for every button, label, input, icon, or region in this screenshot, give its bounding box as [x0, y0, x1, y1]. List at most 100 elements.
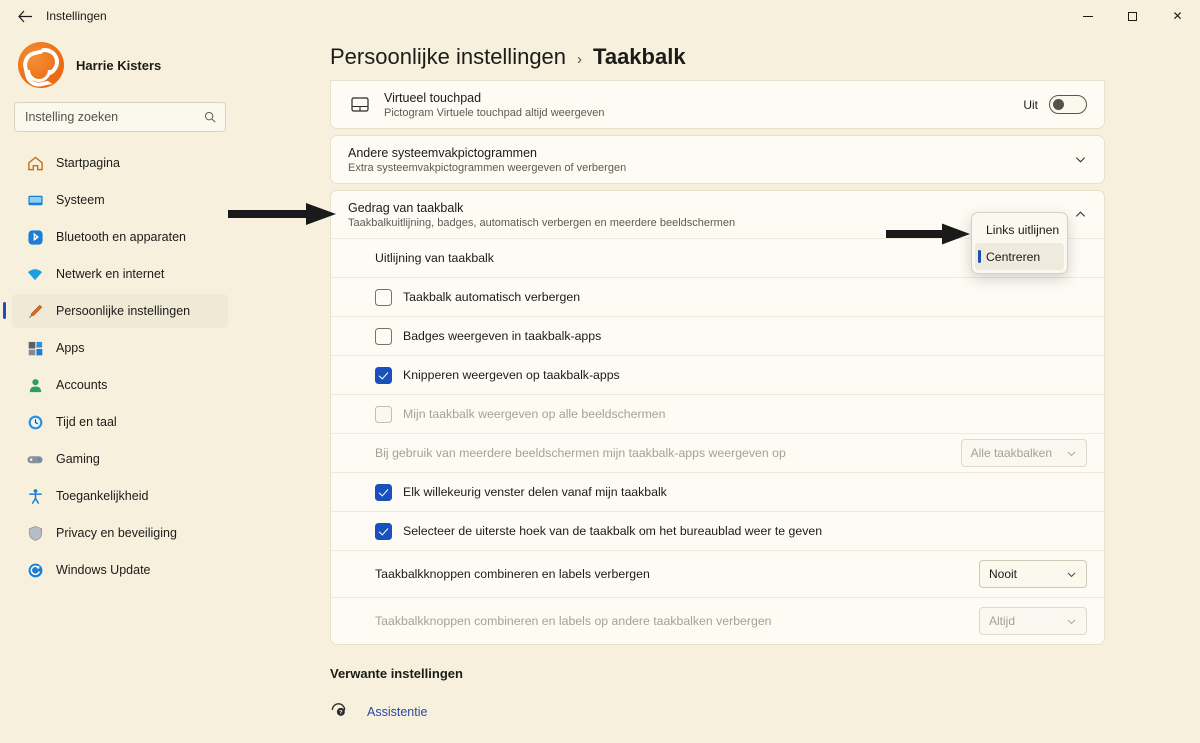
chevron-down-icon [1067, 572, 1076, 577]
maximize-button[interactable] [1110, 0, 1155, 32]
person-icon [26, 376, 44, 394]
sidebar-item-windows-update[interactable]: Windows Update [12, 553, 228, 587]
title-bar: Instellingen ✕ [0, 0, 1200, 32]
sidebar-item-persoonlijke-instellingen[interactable]: Persoonlijke instellingen [3, 294, 228, 328]
sidebar-item-label: Gaming [56, 452, 100, 466]
sidebar-item-label: Netwerk en internet [56, 267, 165, 281]
sidebar-item-toegankelijkheid[interactable]: Toegankelijkheid [12, 479, 228, 513]
row-text: Andere systeemvakpictogrammen Extra syst… [348, 146, 1074, 174]
accessibility-icon [26, 487, 44, 505]
sidebar-item-label: Privacy en beveiliging [56, 526, 177, 540]
toggle-state-label: Uit [1023, 97, 1038, 112]
avatar [18, 42, 64, 88]
row-uiterste-hoek-bureaublad[interactable]: Selecteer de uiterste hoek van de taakba… [331, 511, 1104, 550]
related-settings-heading: Verwante instellingen [330, 666, 463, 681]
combo-value: Alle taakbalken [970, 446, 1052, 460]
sidebar-nav: Startpagina Systeem Bluetooth en apparat… [3, 146, 228, 587]
related-link-assistentie[interactable]: ? Assistentie [330, 701, 427, 723]
menu-item-centreren[interactable]: Centreren [975, 243, 1064, 270]
menu-item-links-uitlijnen[interactable]: Links uitlijnen [975, 216, 1064, 243]
search-box[interactable] [14, 102, 226, 132]
settings-cards: Virtueel touchpad Pictogram Virtuele tou… [330, 80, 1105, 651]
paintbrush-icon [26, 302, 44, 320]
row-subtitle: Extra systeemvakpictogrammen weergeven o… [348, 161, 627, 174]
home-icon [26, 154, 44, 172]
virtual-touchpad-toggle[interactable] [1049, 95, 1087, 114]
search-input[interactable] [15, 103, 225, 131]
sidebar-item-tijd-en-taal[interactable]: Tijd en taal [12, 405, 228, 439]
combo-taakbalkknoppen-combineren[interactable]: Nooit [979, 560, 1087, 588]
row-knipperen-weergeven[interactable]: Knipperen weergeven op taakbalk-apps [331, 355, 1104, 394]
profile-section[interactable]: Harrie Kisters [12, 32, 228, 102]
checkbox-badges-weergeven[interactable] [375, 327, 392, 345]
row-mijn-taakbalk-alle-beeldschermen: Mijn taakbalk weergeven op alle beeldsch… [331, 394, 1104, 433]
update-icon [26, 561, 44, 579]
minimize-icon [1082, 15, 1093, 17]
annotation-arrow-behaviour [228, 203, 336, 225]
sidebar-item-label: Persoonlijke instellingen [56, 304, 191, 318]
card-virtueel-touchpad: Virtueel touchpad Pictogram Virtuele tou… [330, 80, 1105, 129]
sidebar-item-accounts[interactable]: Accounts [12, 368, 228, 402]
row-label: Taakbalk automatisch verbergen [403, 290, 581, 304]
back-button[interactable] [10, 3, 40, 29]
minimize-button[interactable] [1065, 0, 1110, 32]
row-label: Elk willekeurig venster delen vanaf mijn… [403, 485, 667, 499]
row-label: Bij gebruik van meerdere beeldschermen m… [375, 446, 786, 460]
row-label: Selecteer de uiterste hoek van de taakba… [403, 524, 823, 538]
sidebar-item-label: Tijd en taal [56, 415, 117, 429]
wifi-icon [26, 265, 44, 283]
sidebar-item-label: Windows Update [56, 563, 151, 577]
sidebar: Harrie Kisters Startpagina Systeem [0, 32, 240, 743]
chevron-down-icon[interactable] [1074, 153, 1087, 166]
row-controls: Uit [1023, 95, 1087, 114]
maximize-icon [1128, 11, 1137, 21]
svg-text:?: ? [339, 710, 343, 716]
clock-icon [26, 413, 44, 431]
combo-taakbalkknoppen-andere-taakbalken: Altijd [979, 607, 1087, 635]
row-label: Mijn taakbalk weergeven op alle beeldsch… [403, 407, 666, 421]
breadcrumb: Persoonlijke instellingen › Taakbalk [240, 32, 1200, 80]
sidebar-item-privacy-en-beveiliging[interactable]: Privacy en beveiliging [12, 516, 228, 550]
checkbox-elk-willekeurig-venster-delen[interactable] [375, 483, 392, 501]
sidebar-item-label: Apps [56, 341, 85, 355]
row-taakbalkknoppen-combineren[interactable]: Taakbalkknoppen combineren en labels ver… [331, 550, 1104, 597]
sidebar-item-systeem[interactable]: Systeem [12, 183, 228, 217]
sidebar-item-netwerk-en-internet[interactable]: Netwerk en internet [12, 257, 228, 291]
alignment-dropdown-menu: Links uitlijnen Centreren [971, 212, 1068, 274]
help-support-icon: ? [330, 701, 347, 723]
sidebar-item-bluetooth-en-apparaten[interactable]: Bluetooth en apparaten [12, 220, 228, 254]
sidebar-item-label: Systeem [56, 193, 105, 207]
row-label: Badges weergeven in taakbalk-apps [403, 329, 602, 343]
sidebar-item-label: Toegankelijkheid [56, 489, 149, 503]
checkbox-uiterste-hoek-bureaublad[interactable] [375, 522, 392, 540]
chevron-down-icon [1067, 619, 1076, 624]
search-icon [204, 111, 216, 123]
shield-icon [26, 524, 44, 542]
row-badges-weergeven[interactable]: Badges weergeven in taakbalk-apps [331, 316, 1104, 355]
sidebar-item-apps[interactable]: Apps [12, 331, 228, 365]
sidebar-item-label: Bluetooth en apparaten [56, 230, 186, 244]
row-andere-systeemvakpictogrammen[interactable]: Andere systeemvakpictogrammen Extra syst… [331, 136, 1104, 183]
row-virtueel-touchpad[interactable]: Virtueel touchpad Pictogram Virtuele tou… [331, 81, 1104, 128]
sidebar-item-gaming[interactable]: Gaming [12, 442, 228, 476]
touchpad-icon [348, 97, 372, 112]
close-button[interactable]: ✕ [1155, 0, 1200, 32]
breadcrumb-separator: › [577, 51, 583, 68]
row-title: Andere systeemvakpictogrammen [348, 145, 537, 160]
checkbox-knipperen-weergeven[interactable] [375, 366, 392, 384]
content-area: Persoonlijke instellingen › Taakbalk Vir… [240, 32, 1200, 743]
row-label: Knipperen weergeven op taakbalk-apps [403, 368, 620, 382]
row-controls [1074, 208, 1087, 221]
row-controls [1074, 153, 1087, 166]
chevron-down-icon [1067, 451, 1076, 456]
sidebar-item-startpagina[interactable]: Startpagina [12, 146, 228, 180]
row-title: Virtueel touchpad [384, 90, 482, 105]
chevron-up-icon[interactable] [1074, 208, 1087, 221]
row-taakbalk-automatisch-verbergen[interactable]: Taakbalk automatisch verbergen [331, 277, 1104, 316]
row-meerdere-beeldschermen-apps: Bij gebruik van meerdere beeldschermen m… [331, 433, 1104, 472]
row-label: Taakbalkknoppen combineren en labels op … [375, 614, 772, 628]
row-elk-willekeurig-venster-delen[interactable]: Elk willekeurig venster delen vanaf mijn… [331, 472, 1104, 511]
breadcrumb-parent[interactable]: Persoonlijke instellingen [330, 44, 566, 70]
back-arrow-icon [17, 10, 32, 22]
checkbox-taakbalk-automatisch-verbergen[interactable] [375, 288, 392, 306]
